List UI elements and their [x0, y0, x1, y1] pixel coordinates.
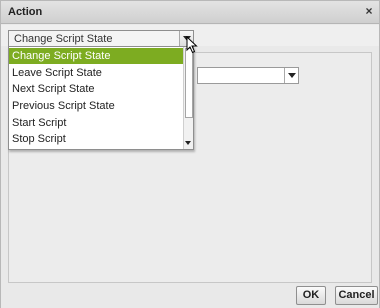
dropdown-option-start-script[interactable]: Start Script	[9, 115, 184, 131]
dropdown-option-previous-script-state[interactable]: Previous Script State	[9, 98, 184, 114]
dropdown-option-leave-script-state[interactable]: Leave Script State	[9, 65, 184, 81]
chevron-down-icon	[288, 73, 296, 78]
mouse-pointer-icon	[186, 36, 198, 54]
dialog-titlebar[interactable]: Action ×	[1, 1, 379, 24]
dialog-title: Action	[8, 6, 43, 18]
action-dialog: Action × Change Script State Change Scri…	[0, 0, 380, 308]
scrollbar-thumb[interactable]	[185, 48, 193, 118]
script-state-select[interactable]	[197, 67, 299, 84]
action-type-select-value: Change Script State	[14, 33, 113, 45]
script-state-select-arrow[interactable]	[284, 68, 298, 83]
dropdown-option-change-script-state[interactable]: Change Script State	[9, 48, 184, 64]
dropdown-option-stop-script[interactable]: Stop Script	[9, 131, 184, 147]
cancel-button[interactable]: Cancel	[335, 286, 378, 305]
scroll-down-button[interactable]	[185, 138, 193, 148]
chevron-down-icon	[185, 141, 191, 145]
dropdown-scrollbar[interactable]	[183, 47, 193, 149]
action-type-dropdown-list: Change Script State Leave Script State N…	[8, 46, 194, 150]
close-button[interactable]: ×	[363, 4, 375, 18]
dropdown-option-next-script-state[interactable]: Next Script State	[9, 81, 184, 97]
ok-button[interactable]: OK	[296, 286, 326, 305]
